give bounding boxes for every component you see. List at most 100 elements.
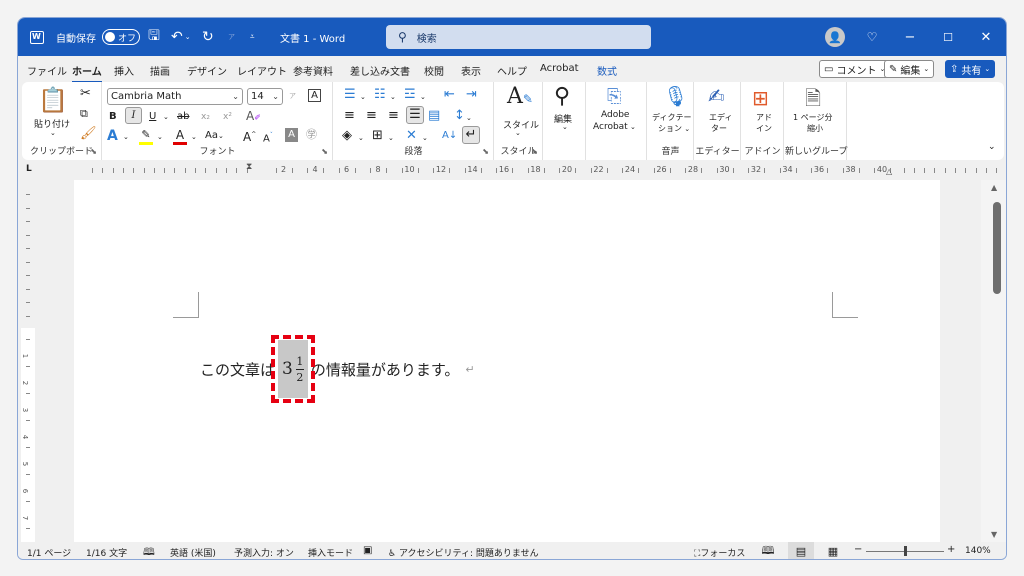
strikethrough-button[interactable]: ab <box>177 110 189 124</box>
macro-icon[interactable]: ▣ <box>363 545 372 556</box>
print-layout-icon[interactable]: ▤ <box>788 542 814 559</box>
scroll-up-icon[interactable]: ▲ <box>991 183 997 192</box>
change-case-button[interactable]: Aa⌄ <box>205 129 224 143</box>
search-icon[interactable]: ⚲ <box>554 84 570 109</box>
customize-qat-icon[interactable]: ⩡ <box>250 18 255 56</box>
zoom-slider-thumb[interactable] <box>904 546 907 556</box>
chevron-down-icon[interactable]: ⌄ <box>163 110 169 124</box>
addins-icon[interactable]: ⊞ <box>752 86 769 110</box>
shading-icon[interactable]: ◈ <box>342 129 352 143</box>
addins-label-1[interactable]: アド <box>756 112 772 123</box>
zoom-in-button[interactable]: + <box>947 544 955 555</box>
dialog-launcher-icon[interactable]: ⬊ <box>321 147 328 156</box>
enclosed-character-icon[interactable]: ㊫ <box>306 128 317 142</box>
paragraph[interactable]: この文章は 3 1 2 の情報量があります。 ↵ <box>200 335 475 403</box>
maximize-button[interactable]: ☐ <box>930 18 966 56</box>
vertical-ruler[interactable]: 12345678 <box>18 180 56 547</box>
chevron-down-icon[interactable]: ⌄ <box>358 131 364 145</box>
web-layout-icon[interactable]: ▦ <box>820 542 846 559</box>
align-right-icon[interactable]: ≡ <box>388 109 399 123</box>
document-page[interactable]: この文章は 3 1 2 の情報量があります。 ↵ <box>74 180 940 542</box>
text-effects-icon[interactable]: A <box>107 129 118 143</box>
increase-indent-icon[interactable]: ⇥ <box>466 88 477 102</box>
chevron-down-icon[interactable]: ⌄ <box>422 131 428 145</box>
format-painter-icon[interactable]: 🖌 <box>80 127 97 141</box>
tab-selector-icon[interactable]: L <box>26 164 32 174</box>
shrink-one-page-label-1[interactable]: 1 ページ分 <box>793 112 832 123</box>
tab-view[interactable]: 表示 <box>461 63 481 78</box>
phonetic-guide-icon[interactable]: ア <box>289 89 296 103</box>
tab-draw[interactable]: 描画 <box>150 63 170 78</box>
zoom-level[interactable]: 140% <box>965 546 991 556</box>
tab-design[interactable]: デザイン <box>187 63 227 78</box>
cut-icon[interactable]: ✂ <box>80 87 91 101</box>
chevron-down-icon[interactable]: ⌄ <box>515 129 521 137</box>
chevron-down-icon[interactable]: ⌄ <box>157 130 163 144</box>
editing-mode-button[interactable]: ✎ 編集 ⌄ <box>884 60 935 78</box>
chevron-down-icon[interactable]: ⌄ <box>466 111 472 125</box>
scrollbar-thumb[interactable] <box>993 202 1001 294</box>
shrink-one-page-label-2[interactable]: 縮小 <box>807 123 823 134</box>
predictive-input[interactable]: 予測入力: オン <box>234 546 294 559</box>
word-count[interactable]: 1/16 文字 <box>86 546 127 559</box>
addins-label-2[interactable]: イン <box>756 123 772 134</box>
tab-references[interactable]: 参考資料 <box>293 63 333 78</box>
copy-icon[interactable]: ⧉ <box>80 107 88 121</box>
chevron-down-icon[interactable]: ⌄ <box>191 130 197 144</box>
tab-mailings[interactable]: 差し込み文書 <box>350 63 410 78</box>
acrobat-label-2[interactable]: Acrobat ⌄ <box>593 122 636 132</box>
vertical-scrollbar[interactable]: ▲ ▼ <box>981 180 1006 542</box>
chevron-down-icon[interactable]: ⌄ <box>360 90 366 104</box>
tab-acrobat[interactable]: Acrobat <box>540 63 579 74</box>
lightbulb-icon[interactable]: ♡ <box>854 18 890 56</box>
read-mode-icon[interactable]: 🕮 <box>755 542 781 559</box>
editor-icon[interactable]: ✍ <box>708 84 725 108</box>
autosave-toggle[interactable]: オフ <box>102 18 140 56</box>
character-border-icon[interactable]: A <box>308 89 321 102</box>
tab-review[interactable]: 校閲 <box>424 63 444 78</box>
line-spacing-icon[interactable]: ↕ <box>454 109 465 123</box>
asian-layout-icon[interactable]: ✕ <box>406 129 417 143</box>
proofing-icon[interactable]: 🕮 <box>143 545 155 559</box>
numbering-icon[interactable]: ☷ <box>374 88 386 102</box>
page-count[interactable]: 1/1 ページ <box>27 546 71 559</box>
editor-label-1[interactable]: エディ <box>709 112 732 123</box>
paste-icon[interactable]: 📋 <box>38 86 68 114</box>
dialog-launcher-icon[interactable]: ⬊ <box>531 147 538 156</box>
justify-icon[interactable]: ☰ <box>406 106 424 124</box>
user-avatar[interactable]: 👤 <box>825 27 845 47</box>
font-size-select[interactable]: 14 ⌄ <box>247 88 283 105</box>
tab-insert[interactable]: 挿入 <box>114 63 134 78</box>
decrease-indent-icon[interactable]: ⇤ <box>444 88 455 102</box>
acrobat-label-1[interactable]: Adobe <box>601 110 629 120</box>
collapse-ribbon-icon[interactable]: ⌄ <box>988 142 996 152</box>
styles-button[interactable]: スタイル <box>503 118 539 131</box>
grow-font-button[interactable]: A^ <box>243 128 256 144</box>
chevron-down-icon[interactable]: ⌄ <box>562 123 568 131</box>
undo-icon[interactable]: ↶ ⌄ <box>171 18 191 56</box>
dictate-label-1[interactable]: ディクテー <box>652 112 691 123</box>
zoom-out-button[interactable]: − <box>854 544 862 555</box>
scroll-down-icon[interactable]: ▼ <box>991 530 997 539</box>
sort-icon[interactable]: A↓ <box>442 129 457 143</box>
align-center-icon[interactable]: ≡ <box>366 109 377 123</box>
furigana-icon[interactable]: ア <box>228 18 235 56</box>
microphone-icon[interactable]: 🎙 <box>663 84 688 108</box>
clear-formatting-icon[interactable]: A✐ <box>246 109 261 125</box>
editor-label-2[interactable]: ター <box>711 123 727 134</box>
underline-button[interactable]: U <box>149 110 156 124</box>
bold-button[interactable]: B <box>109 110 117 124</box>
tab-help[interactable]: ヘルプ <box>497 63 527 78</box>
styles-icon[interactable]: A✎ <box>507 84 533 109</box>
close-button[interactable]: ✕ <box>968 18 1004 56</box>
dialog-launcher-icon[interactable]: ⬊ <box>482 147 489 156</box>
dialog-launcher-icon[interactable]: ⬊ <box>90 147 97 156</box>
superscript-button[interactable]: x² <box>223 110 232 124</box>
chevron-down-icon[interactable]: ⌄ <box>388 131 394 145</box>
highlight-icon[interactable]: ✎ <box>139 128 153 145</box>
language[interactable]: 英語 (米国) <box>170 546 216 559</box>
show-formatting-marks-icon[interactable]: ↵ <box>462 126 480 144</box>
tab-equation[interactable]: 数式 <box>597 63 617 78</box>
tab-file[interactable]: ファイル <box>27 63 67 78</box>
minimize-button[interactable]: − <box>892 18 928 56</box>
